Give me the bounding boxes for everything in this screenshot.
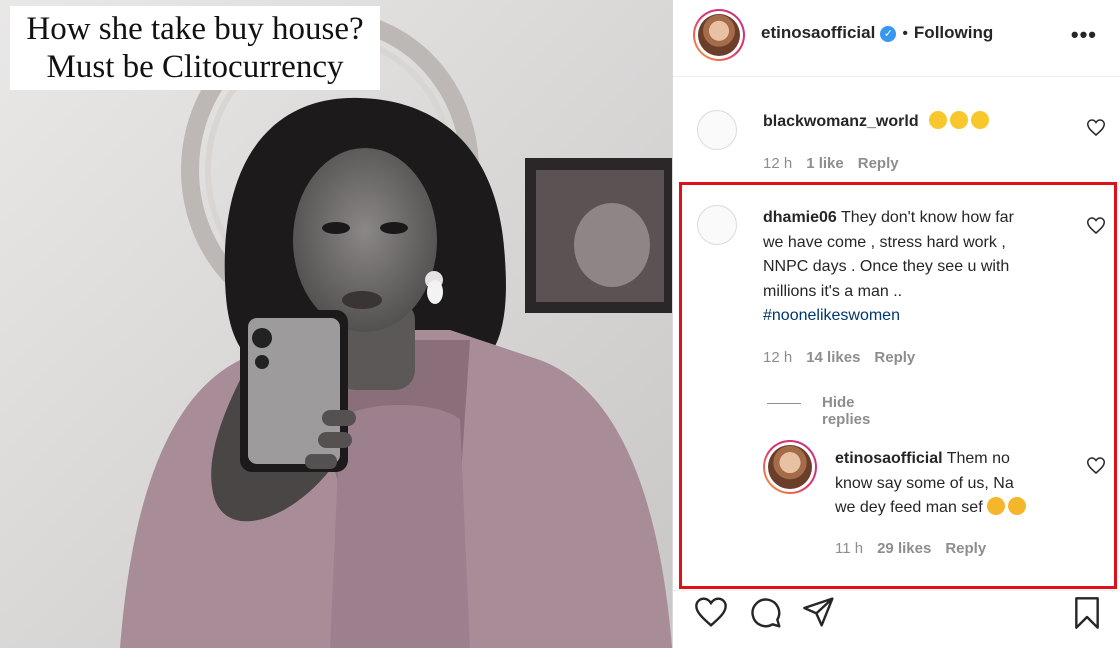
comment-meta: 12 h 14 likes Reply	[763, 349, 929, 366]
comment-username[interactable]: blackwomanz_world	[763, 113, 919, 130]
verified-badge-icon: ✓	[880, 26, 897, 42]
save-bookmark-icon[interactable]	[1073, 597, 1101, 629]
reply-avatar[interactable]	[763, 440, 817, 494]
post-action-bar	[673, 590, 1120, 649]
commenter-avatar[interactable]	[697, 205, 737, 245]
hide-replies-line	[767, 403, 801, 404]
comment-meta: 12 h 1 like Reply	[763, 155, 913, 172]
hide-replies-button[interactable]: Hide replies	[822, 394, 870, 428]
like-heart-icon[interactable]	[695, 597, 727, 627]
reply-text-line-2: know say some of us, Na	[835, 474, 1014, 492]
disappointed-emoji-icon	[987, 497, 1006, 515]
reply-likes[interactable]: 29 likes	[877, 540, 931, 557]
comment-likes[interactable]: 14 likes	[806, 349, 860, 366]
comment-likes[interactable]: 1 like	[806, 155, 844, 172]
star-struck-emoji-icon	[929, 111, 948, 129]
caption-line-2: Must be Clitocurrency	[46, 49, 344, 85]
reply-button[interactable]: Reply	[858, 155, 899, 172]
author-username[interactable]: etinosaofficial	[761, 23, 875, 42]
reply-username[interactable]: etinosaofficial	[835, 450, 943, 467]
comment-time: 12 h	[763, 155, 793, 172]
following-button[interactable]: Following	[914, 23, 993, 42]
reply-text-line-1: Them no	[946, 450, 1010, 467]
star-struck-emojis	[929, 111, 992, 130]
more-options-icon[interactable]: •••	[1071, 22, 1097, 48]
comment-username[interactable]: dhamie06	[763, 209, 837, 226]
reply-like-heart-icon[interactable]	[1087, 457, 1105, 474]
star-struck-emoji-icon	[950, 111, 969, 129]
meme-caption: How she take buy house? Must be Clitocur…	[10, 6, 380, 90]
comment-time: 12 h	[763, 349, 793, 366]
reply-button[interactable]: Reply	[874, 349, 915, 366]
comment-text-line-2: we have come , stress hard work ,	[763, 233, 1006, 251]
comment-text-line-4: millions it's a man ..	[763, 282, 903, 300]
commenter-avatar[interactable]	[697, 110, 737, 150]
comment-text-line-1: They don't know how far	[840, 209, 1014, 226]
comments-panel: etinosaofficial ✓ • Following ••• blackwoma…	[672, 0, 1120, 648]
reply-text-line-3: we dey feed man sef	[835, 499, 983, 516]
header-separator: •	[902, 25, 908, 42]
photo-illustration	[0, 0, 672, 648]
reply-meta: 11 h 29 likes Reply	[835, 540, 1000, 557]
post-photo: How she take buy house? Must be Clitocur…	[0, 0, 672, 648]
caption-line-1: How she take buy house?	[26, 11, 364, 47]
post-header: etinosaofficial ✓ • Following •••	[673, 0, 1120, 77]
star-struck-emoji-icon	[971, 111, 990, 129]
comment-text-line-3: NNPC days . Once they see u with	[763, 258, 1010, 275]
comment-like-heart-icon[interactable]	[1087, 119, 1105, 136]
disappointed-emoji-icon	[1008, 497, 1027, 515]
comment-bubble-icon[interactable]	[750, 597, 782, 629]
comment-like-heart-icon[interactable]	[1087, 217, 1105, 234]
reply-time: 11 h	[835, 540, 864, 557]
author-avatar[interactable]	[693, 9, 745, 61]
reply-reply-button[interactable]: Reply	[945, 540, 986, 557]
share-send-icon[interactable]	[803, 597, 835, 627]
hashtag-link[interactable]: #noonelikeswomen	[763, 304, 1073, 329]
